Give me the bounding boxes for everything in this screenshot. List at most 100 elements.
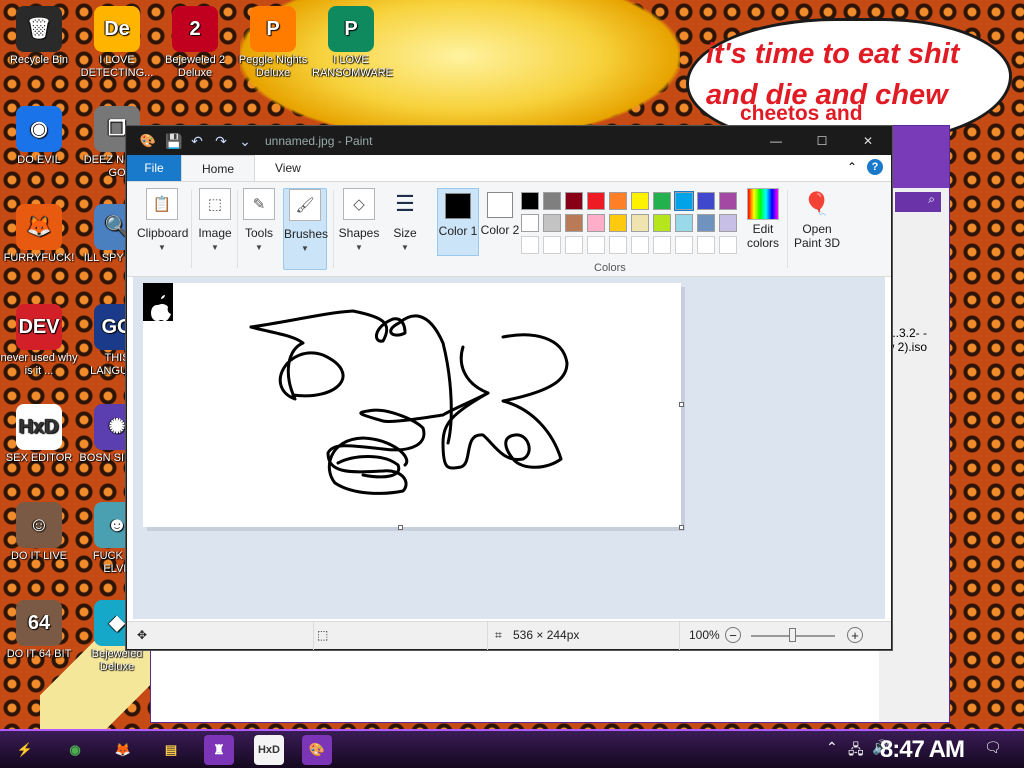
color-swatch[interactable] [587,192,605,210]
customize-icon[interactable]: ⌄ [237,133,253,150]
tools-button[interactable]: ✎ Tools ▼ [237,188,281,270]
color-swatch[interactable] [609,192,627,210]
ribbon-divider [787,190,788,268]
resize-handle[interactable] [679,525,684,530]
color-swatch[interactable] [719,214,737,232]
color-swatch[interactable] [565,192,583,210]
notifications-icon[interactable]: 🗨 [984,739,1002,756]
network-icon[interactable]: 🖧 [848,739,864,763]
color1-button[interactable]: Color 1 [437,188,479,256]
help-icon[interactable]: ? [867,159,883,175]
ribbon-divider [333,190,334,268]
desktop-icon[interactable]: De I LOVE DETECTING... [78,6,156,80]
color-swatch[interactable] [609,236,627,254]
color-swatch[interactable] [675,236,693,254]
tab-view[interactable]: View [255,155,321,181]
collapse-ribbon-icon[interactable]: ⌃ [847,160,857,174]
color-swatch[interactable] [653,192,671,210]
color-swatch[interactable] [521,236,539,254]
close-button[interactable]: ✕ [845,127,891,155]
color-swatch[interactable] [521,192,539,210]
zoom-out-button[interactable]: − [725,627,741,643]
desktop-icon-label: SEX EDITOR [5,452,73,464]
resize-handle[interactable] [398,525,403,530]
color-swatch[interactable] [543,192,561,210]
color-swatch[interactable] [719,192,737,210]
edit-colors-button[interactable]: Edit colors [741,188,785,270]
desktop-icon-label: DO IT 64 BIT [6,648,72,660]
color2-swatch [487,192,513,218]
firefox-icon[interactable]: 🦊 [108,735,138,765]
tab-file[interactable]: File [127,155,181,181]
drawing-canvas[interactable] [143,283,681,527]
search-icon[interactable]: ⌕ [895,192,941,212]
zoom-in-button[interactable]: + [847,627,863,643]
desktop-icon[interactable]: DEV never used why is it ... [0,304,78,378]
chrome-icon[interactable]: ◉ [60,735,90,765]
color2-button[interactable]: Color 2 [479,188,521,256]
color-swatch[interactable] [674,191,694,211]
paint-titlebar[interactable]: 🎨 💾 ↶ ↷ ⌄ unnamed.jpg - Paint — ☐ ✕ [127,127,891,155]
color-swatch[interactable] [565,236,583,254]
hxd-icon[interactable]: HxD [254,735,284,765]
desktop-icon[interactable]: 64 DO IT 64 BIT [0,600,78,661]
clipboard-button[interactable]: 📋 Clipboard ▼ [137,188,188,270]
desktop-icon[interactable]: ☺ DO IT LIVE [0,502,78,563]
color-swatch[interactable] [543,236,561,254]
color-swatch[interactable] [587,236,605,254]
tab-home[interactable]: Home [181,155,256,181]
chevron-down-icon: ▼ [401,243,409,252]
resize-handle[interactable] [679,402,684,407]
canvas-size-icon: ⌗ [495,628,502,642]
maximize-button[interactable]: ☐ [799,127,845,155]
color-swatch[interactable] [653,214,671,232]
zoom-level: 100% [689,628,720,642]
shapes-button[interactable]: ◇ Shapes ▼ [337,188,381,270]
size-button[interactable]: ☰ Size ▼ [383,188,427,270]
desktop-icon-label: Peggle Nights Deluxe [238,54,308,79]
color-swatch[interactable] [521,214,539,232]
desktop-icon[interactable]: ◉ DO EVIL [0,106,78,167]
app-icon: De [94,6,140,52]
app-icon[interactable]: ♜ [204,735,234,765]
undo-icon[interactable]: ↶ [189,133,205,150]
clock[interactable]: 8:47 AM [880,735,965,765]
color-swatch[interactable] [609,214,627,232]
desktop-icon[interactable]: 🦊 FURRYFUCK! [0,204,78,265]
desktop-icon[interactable]: 🗑 Recycle Bin [0,6,78,67]
desktop-icon[interactable]: PI LOVE RANSOMWARE [312,6,393,80]
color-swatch[interactable] [565,214,583,232]
color-swatch[interactable] [631,236,649,254]
desktop-icon[interactable]: P Peggle Nights Deluxe [234,6,312,80]
app-icon: ◉ [16,106,62,152]
save-icon[interactable]: 💾 [165,133,182,150]
color-swatch[interactable] [697,214,715,232]
color-swatch[interactable] [675,214,693,232]
color-swatch[interactable] [697,192,715,210]
canvas-dimensions: 536 × 244px [513,628,580,642]
app-icon: P [250,6,296,52]
color-swatch[interactable] [719,236,737,254]
size-label: Size [393,226,417,240]
desktop-icon[interactable]: HxD SEX EDITOR [0,404,78,465]
color-swatch[interactable] [631,214,649,232]
open-paint3d-button[interactable]: 🎈 Open Paint 3D [791,188,843,270]
color-swatch[interactable] [697,236,715,254]
paint-window[interactable]: 🎨 💾 ↶ ↷ ⌄ unnamed.jpg - Paint — ☐ ✕ File… [126,126,892,650]
color-swatch[interactable] [631,192,649,210]
paint-icon[interactable]: 🎨 [302,735,332,765]
color-swatch[interactable] [653,236,671,254]
image-button[interactable]: ⬚ Image ▼ [193,188,237,270]
file-explorer-icon[interactable]: ▤ [156,735,186,765]
start-icon[interactable]: ⚡ [10,735,40,765]
desktop-icon-label: DO EVIL [17,154,61,166]
color-swatch[interactable] [587,214,605,232]
minimize-button[interactable]: — [753,127,799,155]
brushes-button[interactable]: 🖌 Brushes ▼ [283,188,328,270]
desktop-icon[interactable]: 2 Bejeweled 2 Deluxe [156,6,234,80]
show-hidden-icons-icon[interactable]: ⌃ [826,739,838,756]
app-icon: 2 [172,6,218,52]
redo-icon[interactable]: ↷ [213,133,229,150]
zoom-slider-thumb[interactable] [789,628,796,642]
color-swatch[interactable] [543,214,561,232]
